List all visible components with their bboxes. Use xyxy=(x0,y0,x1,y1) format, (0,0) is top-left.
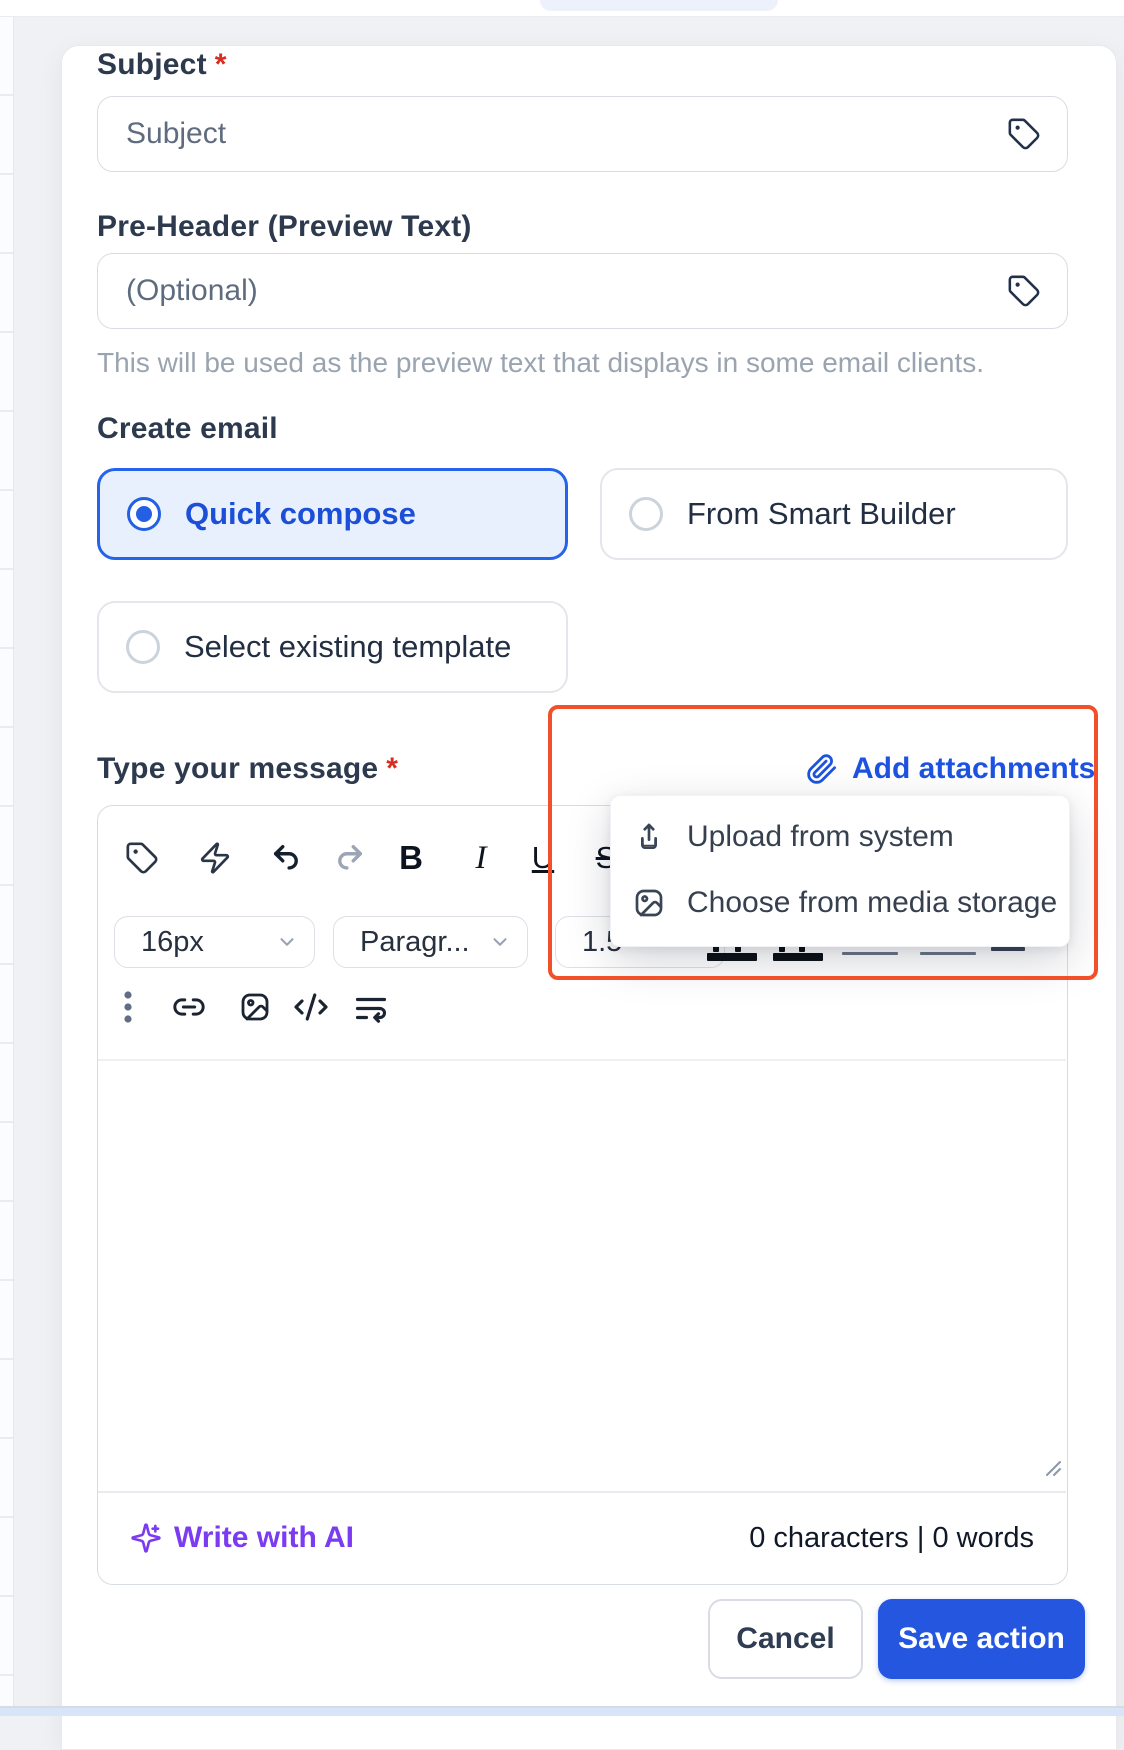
paragraph-style-value: Paragr... xyxy=(360,925,470,958)
bold-button[interactable]: B xyxy=(392,839,430,877)
underline-button[interactable]: U xyxy=(524,839,562,877)
radio-icon xyxy=(629,497,663,531)
top-pill-badge xyxy=(540,0,778,11)
code-view-icon[interactable] xyxy=(292,988,330,1026)
image-icon xyxy=(633,887,665,919)
more-options-icon[interactable] xyxy=(116,988,140,1026)
option-label: From Smart Builder xyxy=(687,496,956,531)
undo-icon[interactable] xyxy=(268,839,306,877)
chevron-down-icon xyxy=(276,931,298,953)
cancel-button[interactable]: Cancel xyxy=(708,1599,863,1679)
paragraph-style-select[interactable]: Paragr... xyxy=(333,916,528,968)
required-asterisk: * xyxy=(214,48,227,81)
italic-button[interactable]: I xyxy=(462,839,500,877)
sparkles-icon xyxy=(131,1523,161,1553)
preheader-input-wrap xyxy=(97,253,1068,329)
menu-item-choose-from-media-storage[interactable]: Choose from media storage xyxy=(611,870,1069,936)
bottom-accent-strip xyxy=(0,1708,1124,1716)
menu-item-upload-from-system[interactable]: Upload from system xyxy=(611,804,1069,870)
subject-input-wrap xyxy=(97,96,1068,172)
option-label: Quick compose xyxy=(185,496,416,531)
menu-item-label: Upload from system xyxy=(687,820,954,853)
message-content-area[interactable] xyxy=(98,1061,1066,1491)
merge-tag-icon[interactable] xyxy=(123,839,161,877)
redo-icon[interactable] xyxy=(330,839,368,877)
create-email-label-text: Create email xyxy=(97,412,278,445)
create-email-label: Create email xyxy=(97,412,278,446)
preheader-helper-text: This will be used as the preview text th… xyxy=(97,347,985,378)
radio-selected-icon xyxy=(127,497,161,531)
message-label: Type your message * xyxy=(97,752,398,786)
subject-label: Subject * xyxy=(97,48,227,82)
link-icon[interactable] xyxy=(170,988,208,1026)
preheader-input[interactable] xyxy=(126,274,1005,308)
editor-footer: Write with AI 0 characters | 0 words xyxy=(98,1493,1066,1583)
chevron-down-icon xyxy=(489,931,511,953)
character-word-counter: 0 characters | 0 words xyxy=(749,1521,1034,1554)
merge-tag-icon[interactable] xyxy=(1005,115,1043,153)
insert-image-icon[interactable] xyxy=(236,988,274,1026)
merge-tag-icon[interactable] xyxy=(1005,272,1043,310)
write-with-ai-label: Write with AI xyxy=(174,1521,354,1554)
option-smart-builder[interactable]: From Smart Builder xyxy=(600,468,1068,560)
save-action-button[interactable]: Save action xyxy=(878,1599,1085,1679)
preheader-label-text: Pre-Header (Preview Text) xyxy=(97,210,472,243)
subject-label-text: Subject xyxy=(97,48,207,81)
paperclip-icon xyxy=(807,754,836,784)
option-label: Select existing template xyxy=(184,629,512,664)
font-size-select[interactable]: 16px xyxy=(114,916,315,968)
option-quick-compose[interactable]: Quick compose xyxy=(97,468,568,560)
add-attachments-button[interactable]: Add attachments xyxy=(806,752,1095,786)
attachments-dropdown-menu: Upload from system Choose from media sto… xyxy=(610,795,1070,947)
add-attachments-label: Add attachments xyxy=(852,752,1096,785)
quick-action-zap-icon[interactable] xyxy=(196,839,234,877)
required-asterisk: * xyxy=(386,752,399,785)
preheader-label: Pre-Header (Preview Text) xyxy=(97,210,472,244)
text-wrap-icon[interactable] xyxy=(352,988,390,1026)
radio-icon xyxy=(126,630,160,664)
font-size-value: 16px xyxy=(141,925,204,958)
background-table-edge xyxy=(0,17,14,1716)
message-label-text: Type your message xyxy=(97,752,379,785)
upload-icon xyxy=(633,821,665,853)
resize-handle[interactable] xyxy=(1039,1454,1063,1478)
option-existing-template[interactable]: Select existing template xyxy=(97,601,568,693)
menu-item-label: Choose from media storage xyxy=(687,886,1058,919)
subject-input[interactable] xyxy=(126,117,1005,151)
write-with-ai-button[interactable]: Write with AI xyxy=(130,1521,354,1555)
